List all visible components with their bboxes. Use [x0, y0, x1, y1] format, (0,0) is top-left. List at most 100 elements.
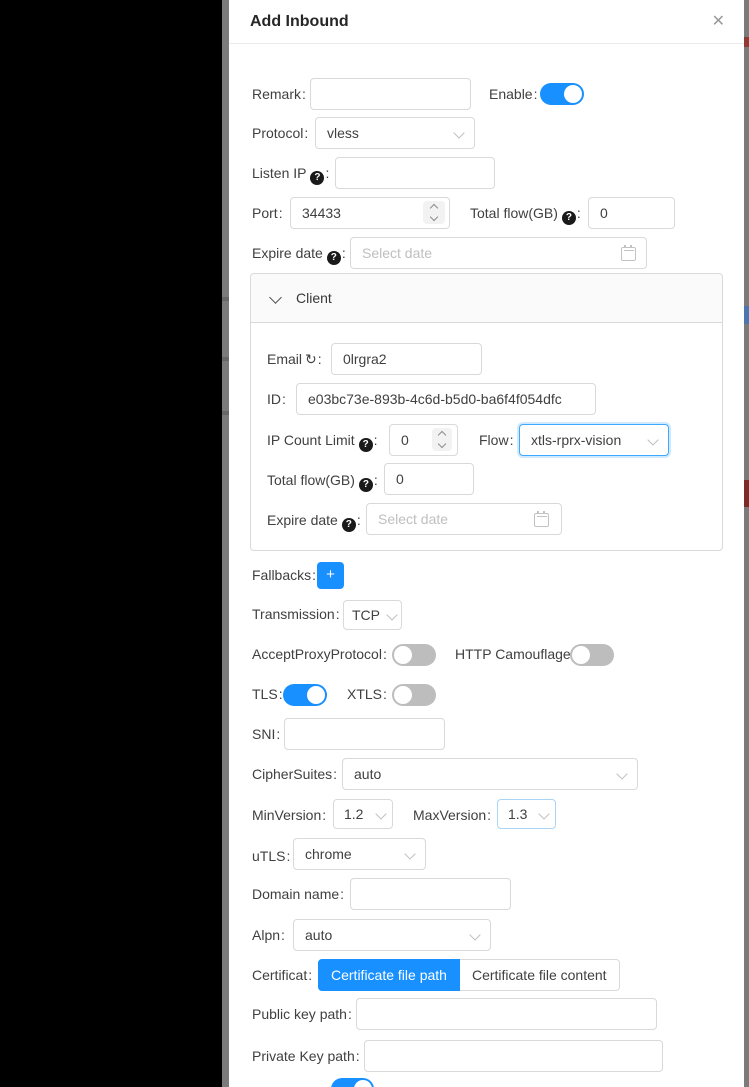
- bottom-partial-switch[interactable]: [331, 1078, 374, 1087]
- cipher-suites-select[interactable]: auto: [342, 758, 638, 790]
- close-icon[interactable]: ✕: [712, 0, 725, 44]
- help-icon[interactable]: ?: [359, 478, 373, 492]
- min-version-select[interactable]: 1.2: [333, 799, 393, 829]
- chevron-down-icon: [616, 768, 627, 779]
- transmission-label: Transmission:: [252, 598, 342, 630]
- fallbacks-label: Fallbacks:: [252, 559, 318, 591]
- scroll-mark-red: [744, 480, 749, 507]
- help-icon[interactable]: ?: [359, 438, 373, 452]
- enable-switch[interactable]: [540, 83, 584, 105]
- flow-label: Flow:: [479, 424, 515, 456]
- accept-proxy-protocol-label: AcceptProxyProtocol:: [252, 638, 389, 670]
- private-key-path-input[interactable]: [364, 1040, 663, 1072]
- tls-switch[interactable]: [283, 684, 327, 706]
- chevron-down-icon: [386, 609, 397, 620]
- transmission-select[interactable]: TCP: [343, 600, 402, 630]
- email-input[interactable]: [331, 343, 482, 375]
- protocol-select[interactable]: vless: [315, 117, 475, 149]
- expire-date-label: Expire date?:: [252, 237, 348, 269]
- chevron-down-icon: [453, 127, 464, 138]
- help-icon[interactable]: ?: [327, 251, 341, 265]
- sni-label: SNI:: [252, 718, 282, 750]
- client-panel-title: Client: [296, 274, 332, 322]
- utls-select[interactable]: chrome: [293, 838, 426, 870]
- xtls-switch[interactable]: [392, 684, 436, 706]
- sni-input[interactable]: [284, 718, 445, 750]
- public-key-path-input[interactable]: [356, 998, 657, 1030]
- accept-proxy-protocol-switch[interactable]: [392, 644, 436, 666]
- private-key-path-label: Private Key path:: [252, 1040, 362, 1072]
- http-camouflage-switch[interactable]: [570, 644, 614, 666]
- switch-knob: [354, 1080, 372, 1087]
- port-stepper[interactable]: [423, 201, 445, 224]
- step-down-icon: [430, 213, 438, 221]
- chevron-down-icon: [469, 929, 480, 940]
- client-total-flow-input[interactable]: [384, 463, 474, 495]
- right-scrollbar[interactable]: [744, 0, 749, 1087]
- cipher-suites-label: CipherSuites:: [252, 758, 339, 790]
- public-key-path-label: Public key path:: [252, 998, 354, 1030]
- scrollbar-notch: [222, 411, 229, 415]
- http-camouflage-label: HTTP Camouflage:: [455, 638, 578, 670]
- regenerate-icon[interactable]: ↻: [305, 351, 317, 367]
- modal-header: Add Inbound ✕: [229, 0, 744, 44]
- id-label: ID:: [267, 383, 288, 415]
- chevron-down-icon: [404, 848, 415, 859]
- listen-ip-input[interactable]: [335, 157, 495, 189]
- remark-input[interactable]: [310, 78, 471, 110]
- remark-label: Remark:: [252, 78, 308, 110]
- email-label: Email↻:: [267, 343, 324, 375]
- chevron-down-icon: [647, 434, 658, 445]
- client-expire-date-input[interactable]: [366, 503, 562, 535]
- protocol-label: Protocol:: [252, 117, 310, 149]
- switch-knob: [572, 646, 590, 664]
- step-down-icon: [438, 440, 446, 448]
- help-icon[interactable]: ?: [562, 211, 576, 225]
- max-version-select[interactable]: 1.3: [497, 799, 556, 829]
- max-version-label: MaxVersion:: [413, 799, 493, 831]
- xtls-label: XTLS:: [347, 678, 389, 710]
- client-expire-date-label: Expire date?:: [267, 504, 363, 536]
- screen: Add Inbound ✕ Remark: Enable: Protocol: …: [0, 0, 749, 1087]
- step-up-icon: [438, 431, 446, 439]
- utls-label: uTLS:: [252, 840, 292, 872]
- expire-date-input[interactable]: [350, 237, 647, 269]
- id-input[interactable]: [296, 383, 596, 415]
- help-icon[interactable]: ?: [342, 518, 356, 532]
- flow-select[interactable]: xtls-rprx-vision: [519, 424, 669, 456]
- client-panel: Client Email↻: ID: IP Count Limit?: Flow…: [250, 273, 723, 551]
- alpn-select[interactable]: auto: [293, 919, 491, 951]
- tls-label: TLS:: [252, 678, 285, 710]
- calendar-icon: [534, 513, 549, 527]
- alpn-label: Alpn:: [252, 919, 287, 951]
- add-inbound-modal: Add Inbound ✕ Remark: Enable: Protocol: …: [229, 0, 744, 1087]
- client-collapse-header[interactable]: Client: [251, 274, 722, 323]
- chevron-down-icon: [375, 808, 386, 819]
- modal-title: Add Inbound: [250, 0, 349, 44]
- step-up-icon: [430, 204, 438, 212]
- scroll-mark-red: [744, 37, 749, 47]
- fallbacks-add-button[interactable]: +: [317, 562, 344, 589]
- scroll-mark-blue: [744, 306, 749, 324]
- certificate-file-path-option[interactable]: Certificate file path: [318, 959, 460, 991]
- left-scrollbar[interactable]: [222, 0, 229, 1087]
- help-icon[interactable]: ?: [310, 171, 324, 185]
- client-total-flow-label: Total flow(GB)?:: [267, 464, 380, 496]
- switch-knob: [394, 686, 412, 704]
- domain-name-label: Domain name:: [252, 878, 346, 910]
- listen-ip-label: Listen IP?:: [252, 157, 331, 189]
- certificate-file-content-option[interactable]: Certificate file content: [460, 959, 620, 991]
- chevron-down-icon: [538, 808, 549, 819]
- domain-name-input[interactable]: [350, 878, 511, 910]
- total-flow-label: Total flow(GB)?:: [470, 197, 583, 229]
- certificate-label: Certificat:: [252, 959, 314, 991]
- certificate-mode-radio-group: Certificate file path Certificate file c…: [318, 959, 620, 991]
- collapse-chevron-icon: [269, 291, 282, 304]
- calendar-icon: [621, 247, 636, 261]
- switch-knob: [394, 646, 412, 664]
- switch-knob: [564, 85, 582, 103]
- ip-count-limit-label: IP Count Limit?:: [267, 424, 380, 456]
- total-flow-input[interactable]: [588, 197, 675, 229]
- min-version-label: MinVersion:: [252, 799, 328, 831]
- ip-count-limit-stepper[interactable]: [432, 428, 452, 451]
